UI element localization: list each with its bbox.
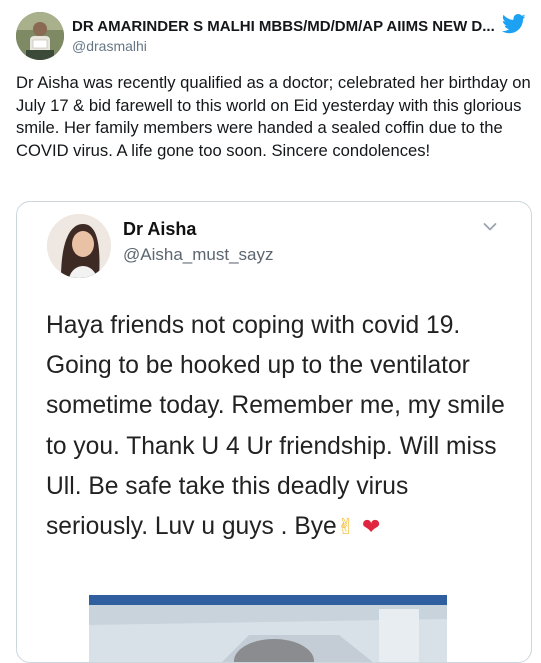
quoted-author-display-name[interactable]: Dr Aisha	[123, 219, 274, 240]
profile-photo-icon	[47, 214, 111, 278]
chevron-down-icon[interactable]	[483, 222, 497, 232]
tweet: DR AMARINDER S MALHI MBBS/MD/DM/AP AIIMS…	[0, 0, 541, 663]
author-avatar[interactable]	[16, 12, 64, 60]
victory-hand-emoji: ✌	[336, 515, 356, 541]
author-names: DR AMARINDER S MALHI MBBS/MD/DM/AP AIIMS…	[72, 18, 512, 54]
profile-photo-icon	[16, 12, 64, 60]
tweet-header: DR AMARINDER S MALHI MBBS/MD/DM/AP AIIMS…	[16, 12, 526, 62]
author-handle[interactable]: @drasmalhi	[72, 38, 512, 54]
quoted-tweet[interactable]: Dr Aisha @Aisha_must_sayz Haya friends n…	[16, 201, 532, 663]
quoted-tweet-media[interactable]	[89, 595, 447, 662]
quoted-author-handle[interactable]: @Aisha_must_sayz	[123, 245, 274, 265]
twitter-bird-icon[interactable]	[502, 14, 526, 34]
quoted-author-names: Dr Aisha @Aisha_must_sayz	[123, 219, 274, 265]
quoted-tweet-body: Haya friends not coping with covid 19. G…	[46, 312, 505, 541]
red-heart-emoji: ❤	[362, 515, 381, 541]
quoted-tweet-text: Haya friends not coping with covid 19. G…	[46, 306, 516, 548]
quoted-author-avatar[interactable]	[47, 214, 111, 278]
photo-icon	[89, 595, 447, 662]
tweet-text: Dr Aisha was recently qualified as a doc…	[16, 73, 531, 160]
author-display-name[interactable]: DR AMARINDER S MALHI MBBS/MD/DM/AP AIIMS…	[72, 18, 512, 35]
